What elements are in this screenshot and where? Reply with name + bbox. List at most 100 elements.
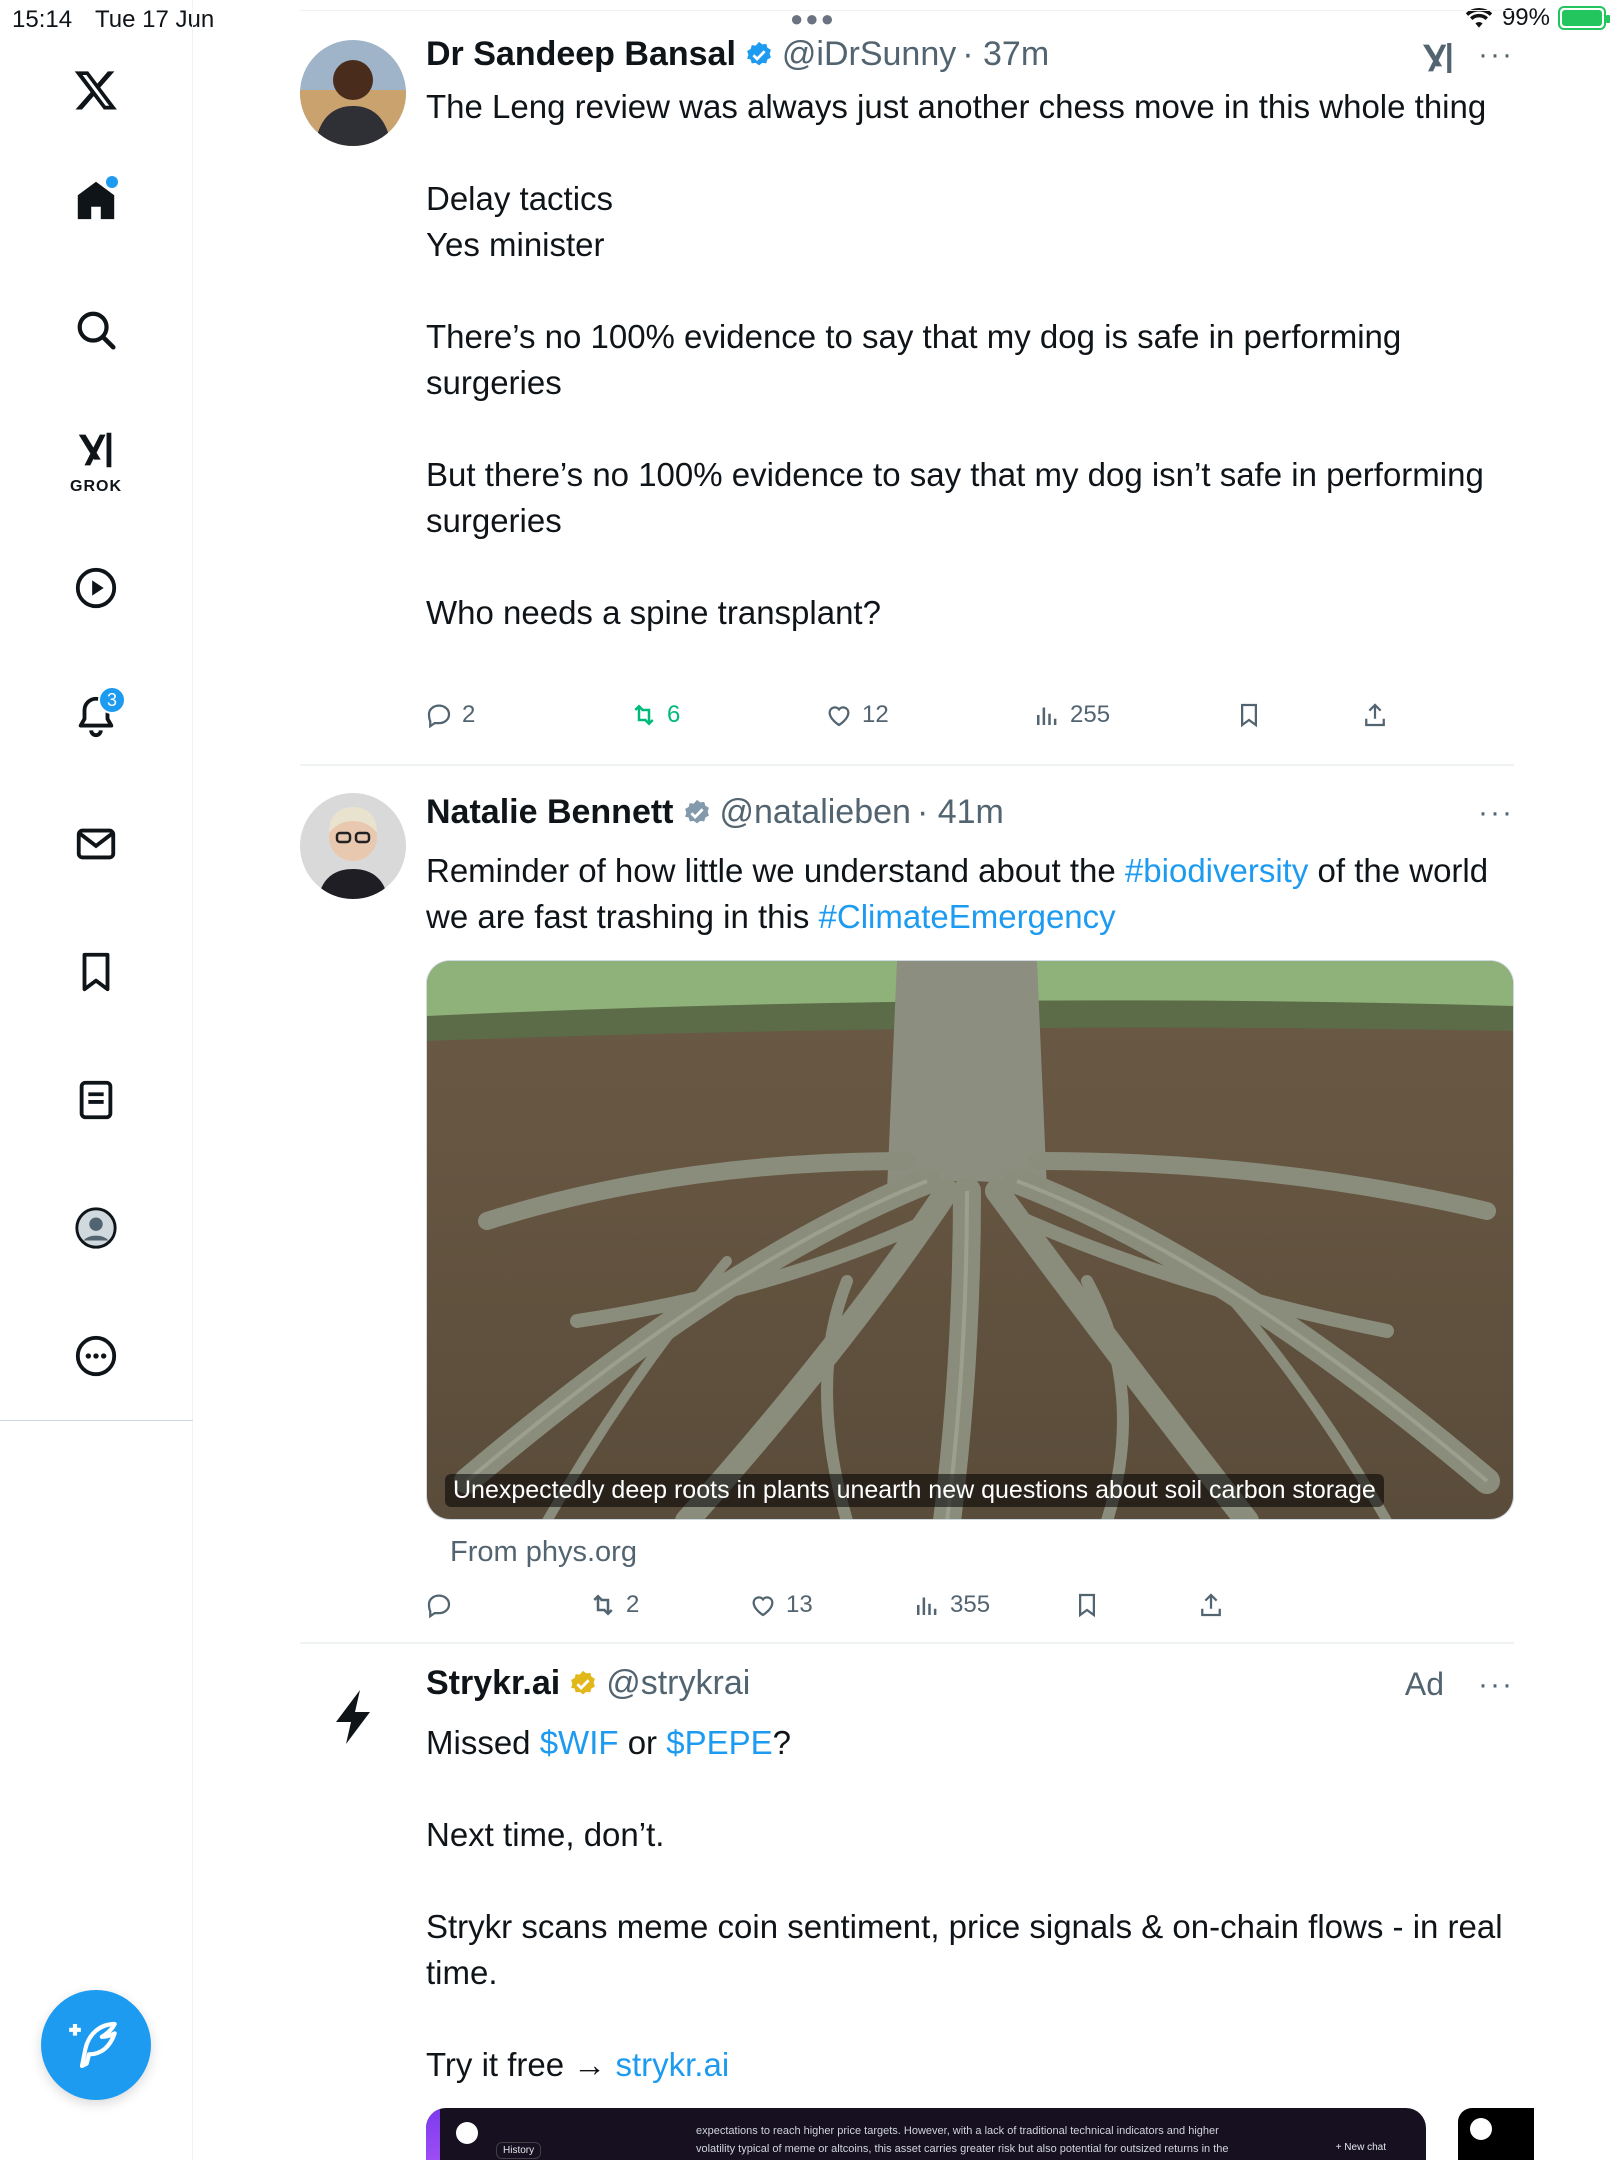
author-handle[interactable]: @iDrSunny: [782, 35, 956, 74]
tweet-more-icon[interactable]: ···: [1478, 38, 1514, 72]
author-name[interactable]: Strykr.ai: [426, 1664, 560, 1703]
timeline-feed: Dr Sandeep Bansal @iDrSunny · 37m ··· Th…: [300, 10, 1534, 2160]
repost-button[interactable]: 2: [588, 1590, 639, 1620]
tweet-text-part: Reminder of how little we understand abo…: [426, 852, 1125, 889]
author-handle[interactable]: @natalieben: [720, 793, 911, 832]
repost-icon: [634, 704, 654, 726]
hashtag-link[interactable]: #ClimateEmergency: [819, 898, 1116, 935]
compose-post-button[interactable]: [41, 1990, 151, 2100]
author-name[interactable]: Natalie Bennett: [426, 793, 674, 832]
link-source[interactable]: From phys.org: [450, 1536, 637, 1569]
battery-fill: [1562, 10, 1602, 26]
battery-icon: [1558, 6, 1610, 30]
notifications-badge: 3: [98, 686, 126, 714]
grok-analyze-icon[interactable]: [1418, 38, 1458, 78]
like-count: 13: [786, 1591, 813, 1618]
tweet-text-line: Strykr scans meme coin sentiment, price …: [426, 1908, 1503, 1991]
reply-icon: [427, 1594, 451, 1619]
bookmarks-icon[interactable]: [66, 942, 126, 1002]
messages-icon[interactable]: [66, 814, 126, 874]
bookmark-icon: [1241, 703, 1257, 728]
tweet-text: Reminder of how little we understand abo…: [426, 848, 1506, 940]
post-time: · 37m: [962, 35, 1050, 73]
app-logo-icon: [1470, 2118, 1492, 2140]
tweet-header: Strykr.ai @strykrai: [426, 1664, 750, 1703]
share-button[interactable]: [1360, 700, 1390, 730]
tweet-actions: 2 6 12 255: [424, 700, 1514, 740]
tweet-more-icon[interactable]: ···: [1478, 796, 1514, 830]
verified-badge-icon: [747, 41, 771, 65]
video-icon[interactable]: [66, 558, 126, 618]
tweet-more-icon[interactable]: ···: [1478, 1668, 1514, 1702]
tweet-text-part: Try it free →: [426, 2046, 616, 2083]
view-count: 255: [1070, 701, 1111, 728]
bookmark-icon: [1079, 1593, 1095, 1618]
grok-icon[interactable]: [66, 420, 126, 480]
ad-media-screenshot[interactable]: History expectations to reach higher pri…: [426, 2108, 1426, 2160]
repost-button[interactable]: 6: [629, 700, 680, 730]
tweet-text-line: The Leng review was always just another …: [426, 88, 1487, 125]
tweet-text-line: But there’s no 100% evidence to say that…: [426, 456, 1484, 539]
post-time: · 41m: [916, 793, 1004, 831]
bookmark-button[interactable]: [1234, 700, 1264, 730]
like-button[interactable]: 13: [748, 1590, 813, 1620]
promoted-tweet-card[interactable]: Strykr.ai @strykrai Ad ··· Missed $WIF o…: [300, 1644, 1534, 2160]
sidebar: GROK 3: [0, 0, 193, 2160]
tweet-card[interactable]: Dr Sandeep Bansal @iDrSunny · 37m ··· Th…: [300, 10, 1514, 766]
like-button[interactable]: 12: [824, 700, 889, 730]
lightning-bolt-icon: [336, 1690, 370, 1744]
author-name[interactable]: Dr Sandeep Bansal: [426, 35, 736, 74]
views-chart-icon: [917, 1597, 937, 1615]
avatar[interactable]: [300, 40, 406, 146]
share-icon: [1201, 1593, 1221, 1617]
tweet-text-line: Next time, don’t.: [426, 1816, 665, 1853]
cashtag-link[interactable]: $WIF: [540, 1724, 619, 1761]
search-icon[interactable]: [66, 300, 126, 360]
history-button: History: [496, 2142, 542, 2159]
share-button[interactable]: [1196, 1590, 1226, 1620]
tweet-text-part: or: [618, 1724, 667, 1761]
reply-button[interactable]: [424, 1590, 462, 1620]
link-card-image[interactable]: Unexpectedly deep roots in plants uneart…: [426, 960, 1514, 1520]
tweet-card[interactable]: Natalie Bennett @natalieben · 41m ··· Re…: [300, 766, 1514, 1644]
compose-feather-icon: [69, 2021, 117, 2069]
reply-button[interactable]: 2: [424, 700, 475, 730]
tweet-header: Dr Sandeep Bansal @iDrSunny · 37m: [426, 35, 1049, 74]
home-unread-dot: [106, 176, 118, 188]
tweet-text: The Leng review was always just another …: [426, 84, 1506, 636]
cashtag-link[interactable]: $PEPE: [666, 1724, 772, 1761]
tree-roots-image: [427, 961, 1513, 1519]
like-count: 12: [862, 701, 889, 728]
repost-count: 6: [667, 701, 681, 728]
views-button[interactable]: 355: [912, 1590, 990, 1620]
reply-icon: [427, 704, 451, 729]
sidebar-divider: [0, 1420, 193, 1421]
gold-verified-badge-icon: [571, 1670, 596, 1694]
ad-media-screenshot-2[interactable]: [1458, 2108, 1534, 2160]
author-handle[interactable]: @strykrai: [606, 1664, 750, 1703]
website-link[interactable]: strykr.ai: [615, 2046, 729, 2083]
avatar[interactable]: [300, 1662, 406, 1768]
tweet-actions: 2 13 355: [424, 1590, 1514, 1630]
profile-icon[interactable]: [66, 1198, 126, 1258]
views-chart-icon: [1037, 707, 1057, 725]
grok-label: GROK: [70, 478, 122, 495]
avatar[interactable]: [300, 793, 406, 899]
app-logo-icon: [456, 2122, 478, 2144]
hashtag-link[interactable]: #biodiversity: [1125, 852, 1308, 889]
x-logo-icon[interactable]: [66, 60, 126, 120]
more-options-icon[interactable]: [66, 1326, 126, 1386]
notifications-icon[interactable]: 3: [66, 686, 126, 746]
tweet-text-line: Delay tactics: [426, 180, 614, 217]
tweet-header: Natalie Bennett @natalieben · 41m: [426, 793, 1004, 832]
views-button[interactable]: 255: [1032, 700, 1110, 730]
bookmark-button[interactable]: [1072, 1590, 1102, 1620]
repost-icon: [593, 1594, 613, 1616]
lists-icon[interactable]: [66, 1070, 126, 1130]
home-icon[interactable]: [66, 170, 126, 230]
tweet-text-part: ?: [772, 1724, 791, 1761]
heart-icon: [828, 706, 850, 727]
reply-count: 2: [462, 701, 476, 728]
tweet-text: Missed $WIF or $PEPE? Next time, don’t. …: [426, 1720, 1506, 2088]
repost-count: 2: [626, 1591, 640, 1618]
